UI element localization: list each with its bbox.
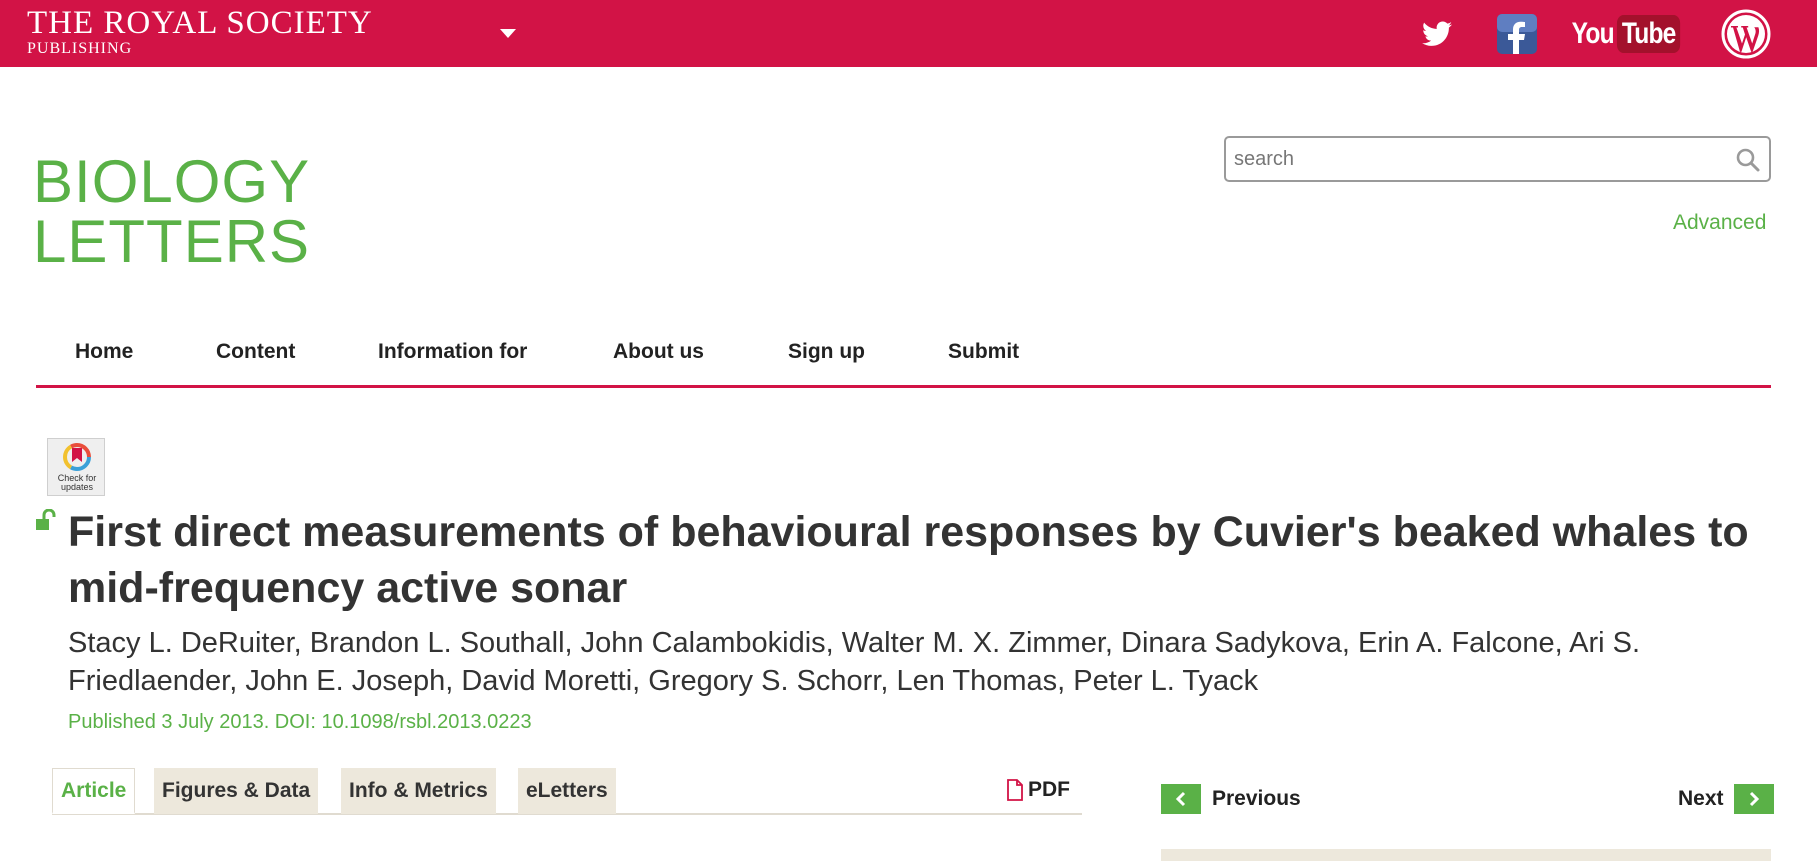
pdf-label: PDF bbox=[1028, 778, 1070, 801]
journal-logo-line2: LETTERS bbox=[33, 208, 311, 275]
tab-info-metrics[interactable]: Info & Metrics bbox=[341, 768, 496, 814]
chevron-left-icon bbox=[1175, 791, 1186, 807]
chevron-right-icon bbox=[1749, 791, 1759, 807]
caret-down-icon[interactable] bbox=[498, 26, 518, 40]
youtube-you-text: You bbox=[1571, 16, 1614, 50]
check-for-updates-badge[interactable]: Check for updates bbox=[47, 438, 105, 496]
youtube-icon[interactable]: You Tube bbox=[1571, 0, 1681, 67]
main-nav: Home Content Information for About us Si… bbox=[36, 330, 1771, 388]
next-label: Next bbox=[1678, 787, 1724, 810]
top-brand-bar: THE ROYAL SOCIETY PUBLISHING You Tube bbox=[0, 0, 1817, 67]
previous-label: Previous bbox=[1212, 787, 1301, 810]
biology-letters-logo[interactable]: BIOLOGY LETTERS bbox=[33, 152, 310, 272]
facebook-icon[interactable] bbox=[1496, 0, 1538, 67]
sidebar-panel bbox=[1161, 849, 1771, 861]
twitter-icon[interactable] bbox=[1420, 0, 1454, 67]
advanced-search-link[interactable]: Advanced bbox=[1673, 211, 1766, 235]
open-access-lock-icon bbox=[36, 509, 56, 530]
youtube-tube-text: Tube bbox=[1616, 14, 1681, 53]
crossmark-label-2: updates bbox=[60, 482, 94, 492]
search-input[interactable] bbox=[1234, 146, 1714, 172]
brand-name: THE ROYAL SOCIETY bbox=[27, 5, 373, 41]
next-article-button[interactable]: Next bbox=[1678, 784, 1774, 814]
previous-article-button[interactable]: Previous bbox=[1161, 784, 1301, 814]
nav-about-us[interactable]: About us bbox=[613, 340, 704, 364]
nav-submit[interactable]: Submit bbox=[948, 340, 1019, 364]
publication-date-doi: Published 3 July 2013. DOI: 10.1098/rsbl… bbox=[68, 711, 532, 733]
wordpress-icon[interactable] bbox=[1720, 0, 1772, 67]
tab-figures-data[interactable]: Figures & Data bbox=[154, 768, 319, 814]
nav-information-for[interactable]: Information for bbox=[378, 340, 527, 364]
article-title: First direct measurements of behavioural… bbox=[68, 508, 1749, 612]
brand-subtitle: PUBLISHING bbox=[27, 40, 133, 57]
royal-society-logo[interactable]: THE ROYAL SOCIETY PUBLISHING bbox=[27, 4, 373, 57]
nav-content[interactable]: Content bbox=[216, 340, 295, 364]
journal-logo-line1: BIOLOGY bbox=[33, 148, 311, 215]
nav-sign-up[interactable]: Sign up bbox=[788, 340, 865, 364]
tab-article[interactable]: Article bbox=[52, 768, 136, 814]
search-icon[interactable] bbox=[1735, 147, 1761, 173]
crossmark-icon bbox=[63, 443, 91, 471]
search-box bbox=[1224, 136, 1771, 182]
pdf-file-icon bbox=[1007, 779, 1023, 801]
pdf-link[interactable]: PDF bbox=[1006, 778, 1070, 802]
article-authors: Stacy L. DeRuiter, Brandon L. Southall, … bbox=[68, 627, 1641, 697]
nav-home[interactable]: Home bbox=[75, 340, 133, 364]
tab-eletters[interactable]: eLetters bbox=[518, 768, 616, 814]
